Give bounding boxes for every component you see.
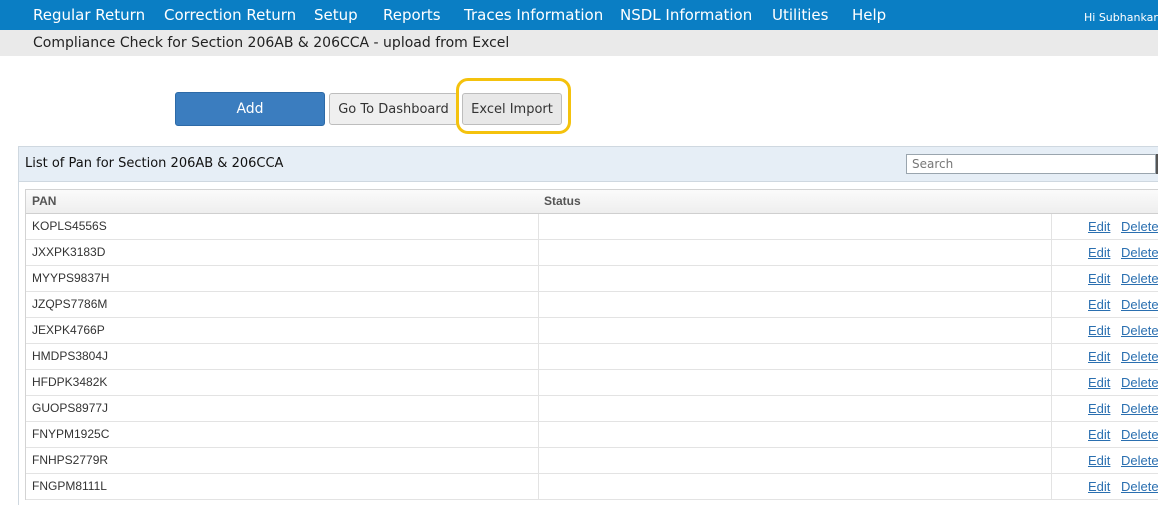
pan-cell: JEXPK4766P [26, 318, 539, 344]
row-actions: Edit Delete [1052, 240, 1158, 266]
nav-reports[interactable]: Reports [383, 0, 441, 30]
status-cell [539, 396, 1052, 422]
delete-link[interactable]: Delete [1121, 214, 1158, 240]
delete-link[interactable]: Delete [1121, 318, 1158, 344]
search-input[interactable] [906, 154, 1156, 174]
delete-link[interactable]: Delete [1121, 474, 1158, 500]
column-header-pan[interactable]: PAN [32, 190, 56, 212]
panel-title: List of Pan for Section 206AB & 206CCA [25, 156, 284, 171]
row-actions: Edit Delete [1052, 474, 1158, 500]
edit-link[interactable]: Edit [1088, 474, 1110, 500]
go-to-dashboard-button[interactable]: Go To Dashboard [329, 93, 458, 125]
edit-link[interactable]: Edit [1088, 448, 1110, 474]
excel-import-button[interactable]: Excel Import [462, 93, 562, 125]
table-row: MYYPS9837H Edit Delete [26, 266, 1158, 292]
pan-cell: KOPLS4556S [26, 214, 539, 240]
pan-cell: MYYPS9837H [26, 266, 539, 292]
table-row: KOPLS4556S Edit Delete [26, 214, 1158, 240]
row-actions: Edit Delete [1052, 370, 1158, 396]
table-row: FNHPS2779R Edit Delete [26, 448, 1158, 474]
edit-link[interactable]: Edit [1088, 370, 1110, 396]
edit-link[interactable]: Edit [1088, 422, 1110, 448]
row-actions: Edit Delete [1052, 214, 1158, 240]
status-cell [539, 422, 1052, 448]
status-cell [539, 266, 1052, 292]
status-cell [539, 240, 1052, 266]
row-actions: Edit Delete [1052, 422, 1158, 448]
status-cell [539, 292, 1052, 318]
panel-header: List of Pan for Section 206AB & 206CCA [19, 147, 1158, 182]
nav-regular-return[interactable]: Regular Return [33, 0, 145, 30]
nav-setup[interactable]: Setup [314, 0, 358, 30]
table-row: FNYPM1925C Edit Delete [26, 422, 1158, 448]
nav-help[interactable]: Help [852, 0, 886, 30]
edit-link[interactable]: Edit [1088, 318, 1110, 344]
page-header: Compliance Check for Section 206AB & 206… [0, 30, 1158, 56]
row-actions: Edit Delete [1052, 396, 1158, 422]
user-greeting[interactable]: Hi Subhankar [1084, 0, 1158, 30]
table-row: JXXPK3183D Edit Delete [26, 240, 1158, 266]
delete-link[interactable]: Delete [1121, 370, 1158, 396]
row-actions: Edit Delete [1052, 344, 1158, 370]
nav-utilities[interactable]: Utilities [772, 0, 828, 30]
pan-cell: GUOPS8977J [26, 396, 539, 422]
edit-link[interactable]: Edit [1088, 344, 1110, 370]
table-row: HFDPK3482K Edit Delete [26, 370, 1158, 396]
edit-link[interactable]: Edit [1088, 396, 1110, 422]
delete-link[interactable]: Delete [1121, 266, 1158, 292]
delete-link[interactable]: Delete [1121, 422, 1158, 448]
row-actions: Edit Delete [1052, 266, 1158, 292]
top-nav: Regular Return Correction Return Setup R… [0, 0, 1158, 30]
pan-cell: JXXPK3183D [26, 240, 539, 266]
pan-cell: HMDPS3804J [26, 344, 539, 370]
nav-traces-information[interactable]: Traces Information [464, 0, 603, 30]
row-actions: Edit Delete [1052, 292, 1158, 318]
page-title: Compliance Check for Section 206AB & 206… [33, 35, 510, 51]
row-actions: Edit Delete [1052, 448, 1158, 474]
delete-link[interactable]: Delete [1121, 448, 1158, 474]
table-body: KOPLS4556S Edit Delete JXXPK3183D Edit Delete… [26, 214, 1158, 500]
pan-cell: HFDPK3482K [26, 370, 539, 396]
table-row: GUOPS8977J Edit Delete [26, 396, 1158, 422]
edit-link[interactable]: Edit [1088, 214, 1110, 240]
add-button[interactable]: Add [175, 92, 325, 126]
status-cell [539, 448, 1052, 474]
pan-cell: FNYPM1925C [26, 422, 539, 448]
delete-link[interactable]: Delete [1121, 240, 1158, 266]
status-cell [539, 474, 1052, 500]
pan-cell: FNHPS2779R [26, 448, 539, 474]
row-actions: Edit Delete [1052, 318, 1158, 344]
delete-link[interactable]: Delete [1121, 396, 1158, 422]
table-row: HMDPS3804J Edit Delete [26, 344, 1158, 370]
pan-table: PAN Status KOPLS4556S Edit Delete JXXPK3183… [25, 189, 1158, 500]
table-row: JEXPK4766P Edit Delete [26, 318, 1158, 344]
table-header: PAN Status [26, 190, 1158, 214]
status-cell [539, 344, 1052, 370]
nav-correction-return[interactable]: Correction Return [164, 0, 296, 30]
table-row: FNGPM8111L Edit Delete [26, 474, 1158, 500]
column-header-status[interactable]: Status [544, 190, 581, 212]
status-cell [539, 370, 1052, 396]
status-cell [539, 214, 1052, 240]
nav-nsdl-information[interactable]: NSDL Information [620, 0, 752, 30]
pan-cell: JZQPS7786M [26, 292, 539, 318]
edit-link[interactable]: Edit [1088, 266, 1110, 292]
edit-link[interactable]: Edit [1088, 240, 1110, 266]
table-row: JZQPS7786M Edit Delete [26, 292, 1158, 318]
delete-link[interactable]: Delete [1121, 292, 1158, 318]
pan-cell: FNGPM8111L [26, 474, 539, 500]
status-cell [539, 318, 1052, 344]
pan-list-panel: List of Pan for Section 206AB & 206CCA P… [18, 146, 1158, 505]
edit-link[interactable]: Edit [1088, 292, 1110, 318]
delete-link[interactable]: Delete [1121, 344, 1158, 370]
